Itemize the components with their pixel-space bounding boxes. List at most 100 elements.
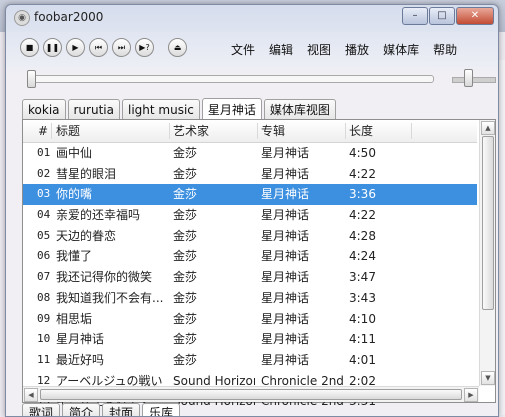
track-length: 4:28 [349, 228, 376, 243]
menu-item[interactable]: 视图 [300, 41, 338, 59]
column-divider[interactable] [169, 123, 170, 139]
track-album: 星月神话 [261, 146, 310, 160]
close-button[interactable]: ✕ [456, 7, 494, 25]
track-artist: 金莎 [173, 352, 198, 367]
track-title: 你的嘴 [56, 187, 93, 202]
track-row[interactable]: 07 我还记得你的微笑 金莎 星月神话 3:47 [23, 267, 477, 288]
column-divider[interactable] [411, 123, 412, 139]
playlist-tab[interactable]: light music [121, 99, 200, 120]
track-album: 星月神话 [261, 290, 310, 305]
track-title: 星月神话 [56, 332, 105, 347]
track-length: 3:36 [349, 187, 376, 202]
menu-item[interactable]: 播放 [338, 41, 376, 59]
foobar-app-icon: ◉ [14, 10, 30, 26]
track-row[interactable]: 08 我知道我们不会有... 金莎 星月神话 3:43 [23, 288, 477, 309]
open-button[interactable]: ⏏ [168, 38, 187, 57]
track-title: 画中仙 [56, 146, 93, 160]
vertical-scroll-thumb[interactable] [482, 136, 494, 310]
seek-bar[interactable] [27, 70, 434, 88]
minimize-button[interactable]: – [402, 7, 428, 25]
horizontal-scroll-thumb[interactable] [40, 389, 462, 400]
window-title: foobar2000 [34, 10, 104, 24]
menu-item[interactable]: 编辑 [262, 41, 300, 59]
column-header-number[interactable]: # [38, 120, 48, 142]
track-length: 4:11 [349, 332, 376, 347]
random-button[interactable]: ▶? [135, 38, 154, 57]
previous-button[interactable]: ⏮ [89, 38, 108, 57]
track-title: 我知道我们不会有... [56, 290, 164, 305]
track-album: 星月神话 [261, 352, 310, 367]
track-length: 4:24 [349, 249, 376, 264]
track-length: 3:43 [349, 290, 376, 305]
track-row[interactable]: 01 画中仙 金莎 星月神话 4:50 [23, 143, 477, 164]
volume-thumb[interactable] [464, 69, 473, 87]
track-length: 3:47 [349, 270, 376, 285]
column-divider[interactable] [257, 123, 258, 139]
playlist-tab[interactable]: 媒体库视图 [263, 99, 336, 120]
menu-item[interactable]: 媒体库 [376, 41, 426, 59]
foobar-window: ◉ foobar2000 – □ ✕ ■ ❚❚ ▶ ⏮ ⏭ ▶? ⏏ 文件 编辑 视图 播放 媒体库… [5, 4, 499, 417]
next-button[interactable]: ⏭ [112, 38, 131, 57]
track-row[interactable]: 03 你的嘴 金莎 星月神话 3:36 [23, 184, 477, 206]
track-album: 星月神话 [261, 311, 310, 326]
track-album: 星月神话 [261, 228, 310, 243]
column-header-artist[interactable]: 艺术家 [173, 120, 209, 142]
toolbar-separator [158, 38, 164, 57]
scroll-left-icon[interactable]: ◀ [24, 388, 38, 402]
track-album: 星月神话 [261, 332, 310, 347]
track-artist: 金莎 [173, 249, 198, 264]
scroll-up-icon[interactable]: ▲ [481, 121, 495, 135]
track-row[interactable]: 11 最近好吗 金莎 星月神话 4:01 [23, 350, 477, 371]
track-artist: 金莎 [173, 146, 198, 160]
track-album: 星月神话 [261, 166, 310, 181]
track-length: 4:22 [349, 208, 376, 223]
vertical-scrollbar[interactable]: ▲ ▼ [479, 120, 495, 386]
track-list: 01 画中仙 金莎 星月神话 4:50 02 彗星的眼泪 金莎 星月神话 4:22 03 你的嘴 金莎星… [23, 143, 477, 412]
track-row[interactable]: 09 相思垢 金莎 星月神话 4:10 [23, 309, 477, 330]
playlist-tab[interactable]: kokia [22, 99, 66, 120]
track-artist: 金莎 [173, 228, 198, 243]
track-title: 天边的眷恋 [56, 228, 117, 243]
scroll-right-icon[interactable]: ▶ [464, 388, 478, 402]
menu-item[interactable]: 帮助 [426, 41, 464, 59]
column-header-title[interactable]: 标题 [56, 120, 80, 142]
horizontal-scrollbar[interactable]: ◀ ▶ [23, 386, 479, 402]
track-title: 我还记得你的微笑 [56, 270, 153, 285]
menu-bar: 文件 编辑 视图 播放 媒体库 帮助 [224, 41, 464, 59]
window-controls: – □ ✕ [402, 7, 494, 25]
column-header-length[interactable]: 长度 [349, 120, 373, 142]
playlist-view: # 标题 艺术家 专辑 长度 01 画中仙 金莎 星月神话 4:50 02 彗星的眼泪 金莎星… [22, 119, 496, 408]
track-row[interactable]: 06 我懂了 金莎 星月神话 4:24 [23, 246, 477, 267]
play-button[interactable]: ▶ [66, 38, 85, 57]
stop-button[interactable]: ■ [20, 38, 39, 57]
track-length: 4:50 [349, 146, 376, 160]
track-album: 星月神话 [261, 270, 310, 285]
seek-thumb[interactable] [27, 70, 36, 88]
track-artist: 金莎 [173, 208, 198, 223]
track-artist: 金莎 [173, 332, 198, 347]
track-title: 亲爱的还幸福吗 [56, 208, 141, 223]
playback-toolbar: ■ ❚❚ ▶ ⏮ ⏭ ▶? ⏏ [20, 38, 187, 57]
track-artist: 金莎 [173, 290, 198, 305]
track-row[interactable]: 05 天边的眷恋 金莎 星月神话 4:28 [23, 226, 477, 247]
playlist-tab[interactable]: 星月神话 [201, 98, 262, 121]
track-title: 我懂了 [56, 249, 93, 264]
track-title: 彗星的眼泪 [56, 166, 117, 181]
track-artist: 金莎 [173, 187, 198, 202]
playlist-tab[interactable]: rurutia [67, 99, 120, 120]
maximize-button[interactable]: □ [429, 7, 455, 25]
menu-item[interactable]: 文件 [224, 41, 262, 59]
track-album: 星月神话 [261, 249, 310, 264]
scroll-down-icon[interactable]: ▼ [481, 371, 495, 385]
pause-button[interactable]: ❚❚ [43, 38, 62, 57]
track-row[interactable]: 02 彗星的眼泪 金莎 星月神话 4:22 [23, 164, 477, 185]
title-bar[interactable]: ◉ foobar2000 – □ ✕ [6, 5, 498, 29]
track-album: 星月神话 [261, 208, 310, 223]
track-length: 4:22 [349, 166, 376, 181]
column-divider[interactable] [51, 123, 52, 139]
volume-track[interactable] [452, 77, 496, 83]
column-divider[interactable] [345, 123, 346, 139]
track-row[interactable]: 10 星月神话 金莎 星月神话 4:11 [23, 329, 477, 350]
track-row[interactable]: 04 亲爱的还幸福吗 金莎 星月神话 4:22 [23, 205, 477, 226]
column-header-album[interactable]: 专辑 [261, 120, 285, 142]
